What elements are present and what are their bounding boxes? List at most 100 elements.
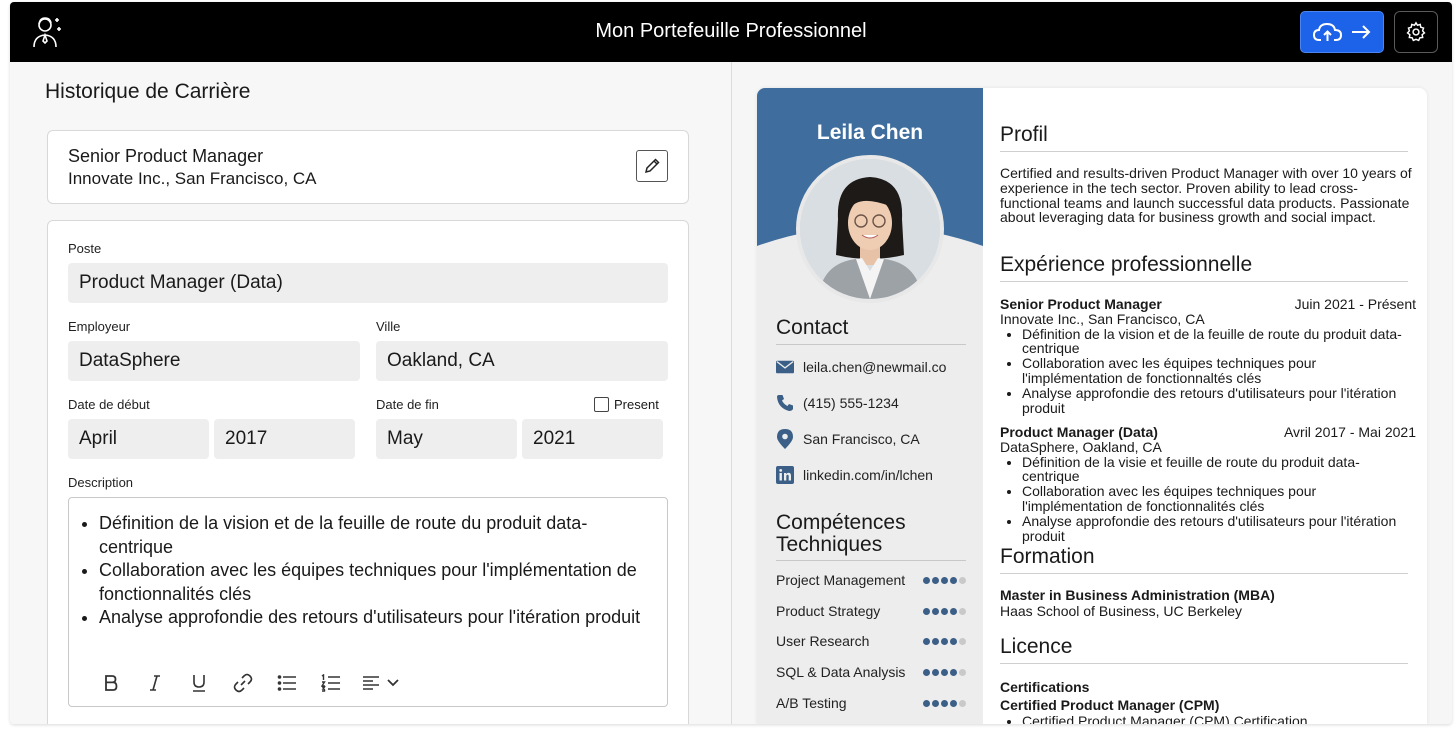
rating-dot — [923, 699, 930, 707]
cloud-upload-button[interactable] — [1300, 11, 1384, 53]
settings-button[interactable] — [1394, 11, 1438, 53]
checkbox-box[interactable] — [594, 397, 609, 412]
rating-dot — [950, 607, 957, 615]
date-debut-label: Date de début — [68, 397, 150, 412]
rating-dot — [941, 668, 948, 676]
job-bullet: Collaboration avec les équipes technique… — [1022, 356, 1416, 386]
editor-toolbar — [89, 668, 409, 698]
italic-icon[interactable] — [133, 668, 177, 698]
description-list[interactable]: Définition de la vision et de la feuille… — [99, 512, 659, 630]
career-history-panel: Historique de Carrière Senior Product Ma… — [10, 62, 731, 724]
education-entry: Master in Business Administration (MBA) … — [1000, 587, 1275, 619]
resume-job: Product Manager (Data) Avril 2017 - Mai 2… — [1000, 425, 1416, 543]
link-icon[interactable] — [221, 668, 265, 698]
numbered-list-icon[interactable] — [309, 668, 353, 698]
skill-name: Project Management — [776, 572, 906, 588]
resume-job: Senior Product Manager Juin 2021 - Présen… — [1000, 297, 1416, 415]
certifications-label: Certifications — [1000, 679, 1090, 695]
experience-rule — [1000, 281, 1408, 282]
align-dropdown[interactable] — [353, 668, 409, 698]
panel-divider — [731, 62, 732, 724]
app-window: Mon Portefeuille Professionnel Historiqu… — [10, 2, 1452, 724]
resume-sidebar: Leila Chen Contact leila.chen@newmail.co… — [757, 88, 983, 724]
skill-rating — [923, 607, 966, 615]
contact-linkedin[interactable]: linkedin.com/in/lchen — [776, 466, 933, 484]
ville-input[interactable]: Oakland, CA — [376, 341, 668, 381]
rating-dot — [959, 637, 966, 645]
bullet-list-icon[interactable] — [265, 668, 309, 698]
contact-rule — [776, 344, 966, 345]
underline-icon[interactable] — [177, 668, 221, 698]
job-bullet: Définition de la visie et feuille de rou… — [1022, 454, 1416, 485]
experience-summary-card[interactable]: Senior Product Manager Innovate Inc., Sa… — [47, 130, 689, 204]
poste-input[interactable]: Product Manager (Data) — [68, 263, 668, 303]
skill-rating — [923, 699, 966, 707]
certifications-entry: Certifications Certified Product Manager… — [1000, 677, 1308, 724]
contact-email[interactable]: leila.chen@newmail.co — [776, 358, 946, 376]
top-bar: Mon Portefeuille Professionnel — [10, 2, 1452, 62]
phone-icon — [776, 394, 794, 412]
rating-dot — [941, 699, 948, 707]
description-item: Définition de la vision et de la feuille… — [99, 512, 659, 559]
email-icon — [776, 358, 794, 376]
education-rule — [1000, 573, 1408, 574]
description-editor[interactable]: Définition de la vision et de la feuille… — [68, 497, 668, 707]
cloud-upload-icon — [1313, 22, 1343, 41]
rating-dot — [959, 576, 966, 584]
contact-phone[interactable]: (415) 555-1234 — [776, 394, 899, 412]
skill-rating — [923, 668, 966, 676]
job-bullet: Définition de la vision et de la feuille… — [1022, 326, 1416, 357]
ville-label: Ville — [376, 319, 401, 334]
app-title: Mon Portefeuille Professionnel — [595, 20, 867, 42]
start-year-select[interactable]: 2017 — [214, 419, 355, 459]
employeur-input[interactable]: DataSphere — [68, 341, 360, 381]
description-label: Description — [68, 475, 134, 490]
edit-button[interactable] — [636, 150, 668, 182]
poste-label: Poste — [68, 241, 102, 256]
arrow-right-icon — [1352, 25, 1371, 39]
skill-name: User Research — [776, 633, 870, 649]
rating-dot — [941, 637, 948, 645]
rating-dot — [932, 699, 939, 707]
description-item: Collaboration avec les équipes technique… — [99, 559, 659, 606]
rating-dot — [941, 576, 948, 584]
experience-edit-form: Poste Product Manager (Data) Employeur D… — [47, 220, 689, 724]
present-label: Present — [614, 397, 659, 412]
rating-dot — [932, 607, 939, 615]
job-bullet: Analyse approfondie des retours d'utilis… — [1022, 513, 1416, 544]
experience-heading: Expérience professionnelle — [1000, 253, 1253, 276]
education-heading: Formation — [1000, 545, 1095, 568]
bold-icon[interactable] — [89, 668, 133, 698]
rating-dot — [932, 576, 939, 584]
skill-row: User Research — [776, 633, 966, 649]
start-month-select[interactable]: April — [68, 419, 209, 459]
job-company: Innovate Inc., San Francisco, CA — [1000, 310, 1205, 327]
skill-rating — [923, 637, 966, 645]
description-item: Analyse approfondie des retours d'utilis… — [99, 606, 659, 630]
rating-dot — [923, 607, 930, 615]
rating-dot — [923, 576, 930, 584]
skills-heading-line-2: Techniques — [776, 533, 883, 556]
school: Haas School of Business, UC Berkeley — [1000, 603, 1242, 619]
skills-heading-line-1: Compétences — [776, 511, 906, 534]
rating-dot — [959, 699, 966, 707]
align-left-icon — [363, 676, 379, 690]
contact-location[interactable]: San Francisco, CA — [776, 429, 920, 449]
end-month-select[interactable]: May — [376, 419, 517, 459]
profile-text: Certified and results-driven Product Man… — [1000, 165, 1412, 226]
present-checkbox[interactable]: Present — [594, 397, 659, 412]
rating-dot — [950, 637, 957, 645]
resume-preview: Leila Chen Contact leila.chen@newmail.co… — [757, 88, 1427, 724]
job-title: Senior Product Manager — [1000, 296, 1162, 312]
cert-list: Certified Product Manager (CPM) Certific… — [1022, 713, 1308, 724]
skill-row: Project Management — [776, 572, 966, 588]
cert-name: Certified Product Manager (CPM) — [1000, 697, 1220, 713]
end-year-select[interactable]: 2021 — [522, 419, 663, 459]
job-bullets: Définition de la visie et feuille de rou… — [1022, 454, 1416, 544]
job-dates: Juin 2021 - Présent — [1294, 296, 1416, 312]
job-bullets: Définition de la vision et de la feuille… — [1022, 326, 1416, 416]
skill-row: Product Strategy — [776, 603, 966, 619]
skill-rating — [923, 576, 966, 584]
rating-dot — [950, 668, 957, 676]
gear-icon — [1406, 21, 1426, 42]
